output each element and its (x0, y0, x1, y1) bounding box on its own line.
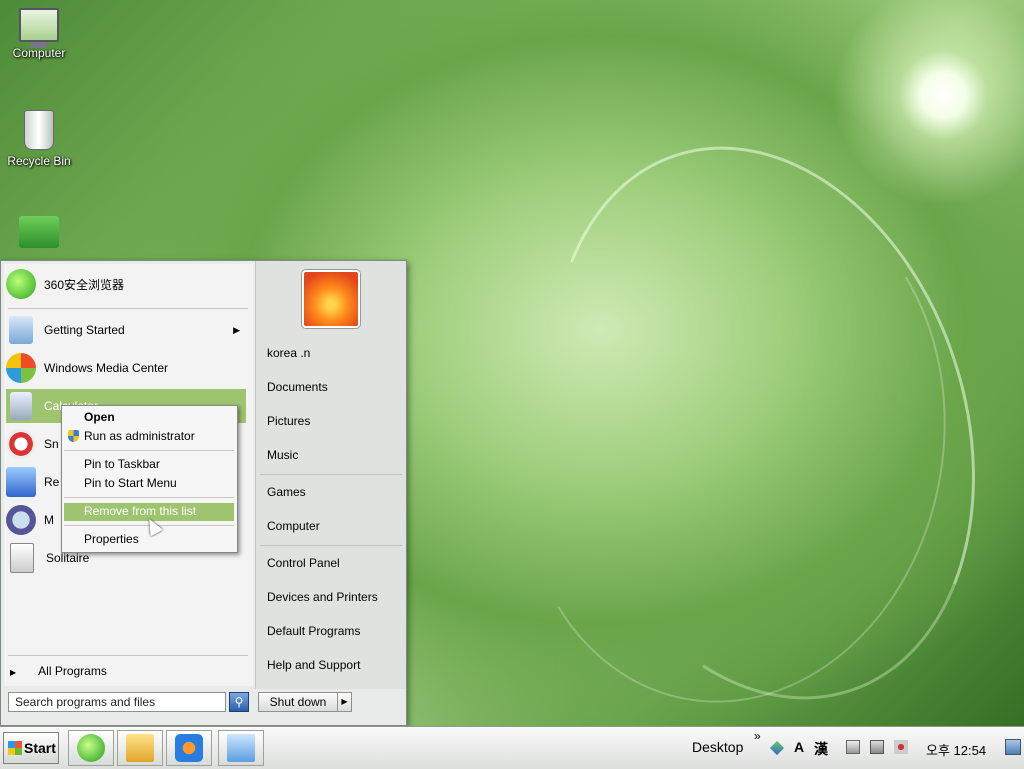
calculator-icon (10, 392, 32, 420)
start-item-label: Sn (44, 437, 59, 451)
show-desktop-icon[interactable] (1005, 739, 1021, 755)
network-icon[interactable] (870, 740, 884, 754)
start-link-devices-printers[interactable]: Devices and Printers (267, 590, 378, 604)
start-label: Start (24, 740, 56, 756)
start-item-label: Windows Media Center (44, 361, 169, 375)
snipping-tool-icon (6, 429, 36, 459)
search-input[interactable]: Search programs and files (8, 692, 226, 712)
taskbar-explorer-button[interactable] (117, 730, 163, 766)
desktop-icon-recycle-bin[interactable]: Recycle Bin (0, 110, 78, 168)
start-link-user[interactable]: korea .n (267, 346, 310, 360)
volume-muted-icon[interactable] (894, 740, 908, 754)
context-divider (64, 450, 234, 451)
ime-mode-a[interactable]: A (794, 739, 804, 755)
context-run-as-admin[interactable]: Run as administrator (84, 427, 195, 445)
all-programs-label: All Programs (38, 664, 107, 678)
explorer-icon (126, 734, 154, 762)
start-link-games[interactable]: Games (267, 485, 306, 499)
context-pin-start-menu[interactable]: Pin to Start Menu (84, 474, 177, 492)
start-menu-divider (8, 655, 248, 656)
uac-shield-icon (68, 430, 79, 442)
context-pin-taskbar[interactable]: Pin to Taskbar (84, 455, 160, 473)
recycle-bin-icon (24, 110, 54, 150)
ie-icon (77, 734, 105, 762)
start-item-getting-started[interactable]: Getting Started ▶ (6, 313, 246, 347)
right-pane-divider (260, 474, 402, 475)
start-link-computer[interactable]: Computer (267, 519, 320, 533)
browser-360-icon (6, 269, 36, 299)
context-divider (64, 497, 234, 498)
search-placeholder: Search programs and files (15, 695, 156, 709)
start-item-label: M (44, 513, 54, 527)
control-panel-icon (227, 734, 255, 762)
right-pane-divider (260, 545, 402, 546)
toolbar-chevron-icon[interactable]: » (754, 729, 761, 743)
start-link-default-programs[interactable]: Default Programs (267, 624, 360, 638)
start-button[interactable]: Start (3, 732, 59, 764)
action-center-flag-icon[interactable] (846, 740, 860, 754)
start-link-help-support[interactable]: Help and Support (267, 658, 360, 672)
start-link-music[interactable]: Music (267, 448, 298, 462)
magnifier-icon (6, 505, 36, 535)
desktop-icon-label: Recycle Bin (7, 154, 71, 168)
context-open[interactable]: Open (84, 408, 115, 426)
remote-desktop-icon (6, 467, 36, 497)
shutdown-button[interactable]: Shut down (258, 692, 338, 712)
getting-started-icon (9, 316, 33, 344)
windows-logo-icon (8, 741, 22, 755)
start-item-media-center[interactable]: Windows Media Center (6, 351, 246, 385)
start-link-documents[interactable]: Documents (267, 380, 328, 394)
expand-arrow-icon: ▶ (10, 668, 17, 677)
computer-icon (19, 8, 59, 48)
media-player-icon (175, 734, 203, 762)
start-link-control-panel[interactable]: Control Panel (267, 556, 340, 570)
start-item-label: Solitaire (46, 551, 90, 565)
taskbar: Start Desktop » A 漢 오후 12:54 (0, 726, 1024, 769)
start-item-label: Getting Started (44, 323, 125, 337)
context-properties[interactable]: Properties (84, 530, 139, 548)
taskbar-ie-button[interactable] (68, 730, 114, 766)
ime-pen-icon[interactable] (769, 740, 785, 756)
media-center-icon (6, 353, 36, 383)
desktop-icon-label: Computer (12, 46, 66, 60)
start-item-label: 360安全浏览器 (44, 277, 125, 292)
solitaire-icon (10, 543, 34, 573)
user-avatar[interactable] (302, 270, 360, 328)
search-icon[interactable]: ⚲ (229, 692, 249, 712)
desktop-toolbar-label[interactable]: Desktop (692, 739, 743, 755)
start-item-360-browser[interactable]: 360安全浏览器 (6, 267, 246, 301)
taskbar-media-player-button[interactable] (166, 730, 212, 766)
desktop-icon-folder[interactable] (0, 216, 78, 252)
start-link-pictures[interactable]: Pictures (267, 414, 310, 428)
ime-hanja[interactable]: 漢 (814, 739, 828, 759)
clock[interactable]: 오후 12:54 (926, 740, 986, 759)
submenu-arrow-icon: ▶ (233, 324, 240, 335)
shutdown-options-arrow-icon[interactable]: ▶ (337, 692, 352, 712)
start-item-label: Re (44, 475, 60, 489)
taskbar-control-panel-button[interactable] (218, 730, 264, 766)
folder-icon (19, 216, 59, 248)
context-remove-from-list[interactable]: Remove from this list (84, 502, 196, 520)
all-programs-button[interactable]: ▶ All Programs (10, 664, 107, 678)
start-menu-divider (8, 308, 248, 309)
desktop-icon-computer[interactable]: Computer (0, 8, 78, 60)
